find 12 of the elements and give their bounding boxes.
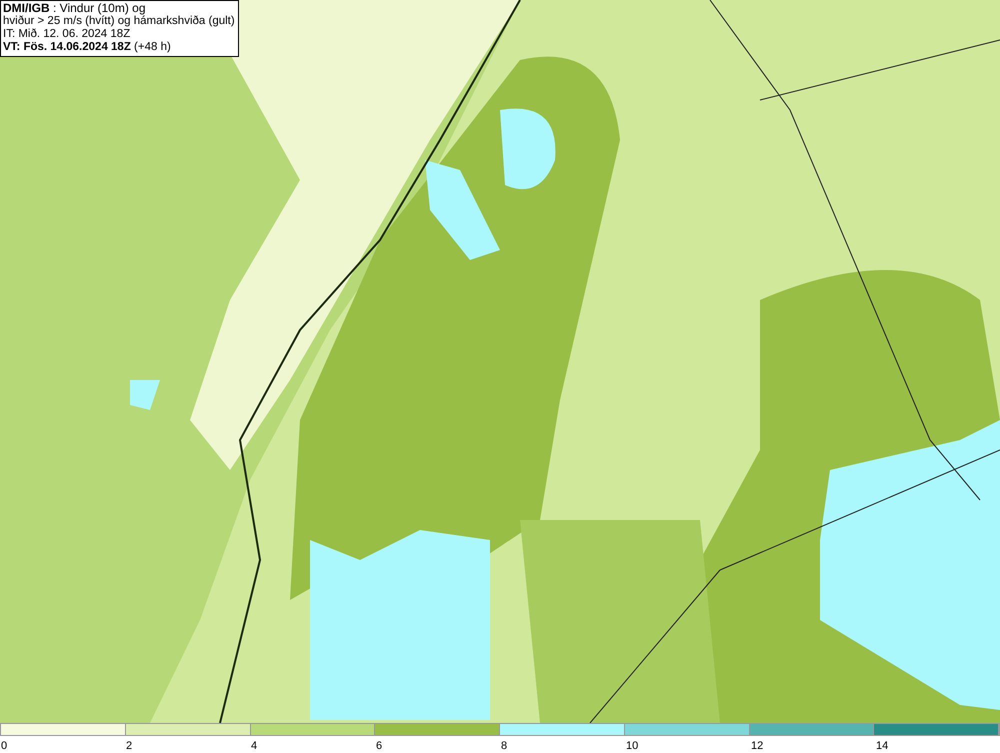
legend-label: 12	[750, 740, 764, 752]
legend-label: 6	[375, 740, 382, 752]
legend-label: 10	[625, 740, 638, 752]
legend-label: 2	[125, 740, 132, 752]
legend-label: 0	[0, 740, 8, 752]
title-line: hviður > 25 m/s (hvítt) og hámarkshviða (gult)	[3, 15, 235, 28]
legend-label: 8	[500, 740, 508, 752]
legend-label: 14	[875, 740, 888, 752]
title-line: VT: Fös. 14.06.2024 18Z (+48 h)	[3, 41, 172, 54]
title-line: IT: Mið. 12. 06. 2024 18Z	[3, 28, 132, 41]
title-line: DMI/IGB : Vindur (10m) og	[3, 2, 146, 15]
legend-label: 4	[250, 740, 258, 752]
